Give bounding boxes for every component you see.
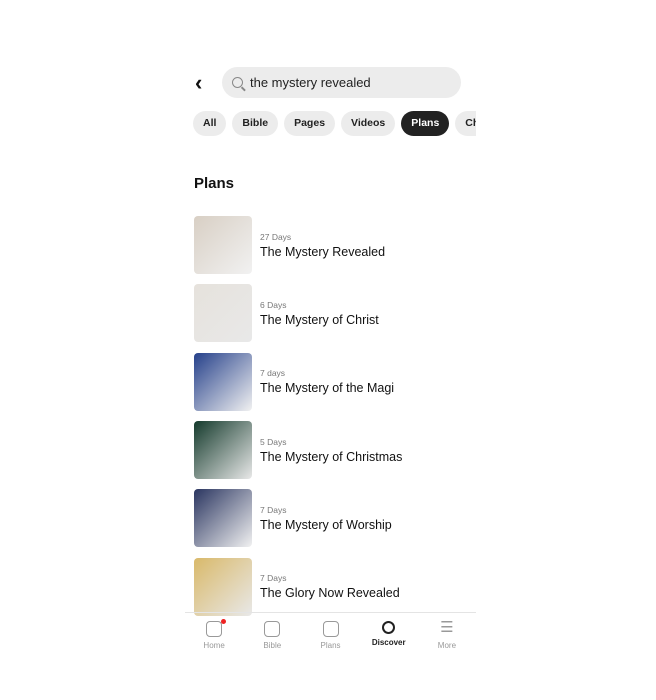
- plan-title: The Mystery of Christmas: [260, 449, 403, 464]
- plan-item[interactable]: 7 days The Mystery of the Magi: [194, 348, 402, 416]
- plan-list: 27 Days The Mystery Revealed 6 Days The …: [194, 211, 402, 621]
- nav-plans[interactable]: Plans: [301, 613, 359, 662]
- back-chevron-icon[interactable]: ‹: [195, 72, 215, 94]
- home-icon: [206, 619, 227, 637]
- search-query: the mystery revealed: [250, 75, 371, 90]
- filter-all[interactable]: All: [193, 111, 227, 136]
- plan-title: The Mystery of the Magi: [260, 381, 395, 396]
- discover-search-icon: [382, 621, 396, 634]
- plans-icon: [322, 621, 339, 637]
- nav-bible[interactable]: Bible: [243, 613, 301, 662]
- filter-pages[interactable]: Pages: [284, 111, 336, 136]
- bible-icon: [264, 621, 281, 637]
- plan-duration: 27 Days: [260, 231, 292, 242]
- plan-item[interactable]: 6 Days The Mystery of Christ: [194, 279, 402, 347]
- menu-icon: ☰: [440, 619, 454, 636]
- nav-more[interactable]: ☰ More: [418, 613, 476, 662]
- plan-title: The Mystery of Worship: [260, 517, 392, 532]
- plan-thumbnail: [194, 352, 252, 411]
- plan-thumbnail: [194, 216, 252, 275]
- plan-thumbnail: [194, 557, 252, 616]
- filter-bible[interactable]: Bible: [232, 111, 279, 136]
- section-title: Plans: [194, 175, 235, 192]
- plan-duration: 7 days: [260, 368, 286, 379]
- nav-discover[interactable]: Discover: [360, 613, 418, 662]
- plan-item[interactable]: 5 Days The Mystery of Christmas: [194, 416, 402, 484]
- plan-title: The Glory Now Revealed: [260, 586, 400, 601]
- notification-badge: [221, 619, 227, 624]
- nav-label: Bible: [263, 641, 282, 650]
- filter-churches[interactable]: Churches: [455, 111, 476, 136]
- filter-videos[interactable]: Videos: [341, 111, 396, 136]
- plan-duration: 7 Days: [260, 573, 287, 584]
- plan-thumbnail: [194, 284, 252, 343]
- nav-label: Discover: [371, 638, 406, 647]
- nav-home[interactable]: Home: [185, 613, 243, 662]
- nav-label: More: [437, 641, 457, 650]
- plan-duration: 6 Days: [260, 299, 287, 310]
- bottom-nav: Home Bible Plans Discover ☰ More: [185, 612, 476, 662]
- plan-item[interactable]: 7 Days The Mystery of Worship: [194, 484, 402, 552]
- plan-title: The Mystery of Christ: [260, 312, 379, 327]
- nav-label: Plans: [320, 641, 341, 650]
- plan-thumbnail: [194, 421, 252, 480]
- plan-title: The Mystery Revealed: [260, 244, 386, 259]
- search-input[interactable]: the mystery revealed: [222, 67, 461, 98]
- plan-item[interactable]: 27 Days The Mystery Revealed: [194, 211, 402, 279]
- plan-item[interactable]: 7 Days The Glory Now Revealed: [194, 552, 402, 620]
- plan-duration: 5 Days: [260, 436, 287, 447]
- plan-thumbnail: [194, 489, 252, 548]
- filter-plans[interactable]: Plans: [401, 111, 450, 136]
- filter-chips: All Bible Pages Videos Plans Churches: [193, 111, 476, 136]
- nav-label: Home: [203, 641, 225, 650]
- search-icon: [232, 77, 243, 88]
- plan-duration: 7 Days: [260, 504, 287, 515]
- phone-screen: ‹ the mystery revealed All Bible Pages V…: [185, 0, 476, 700]
